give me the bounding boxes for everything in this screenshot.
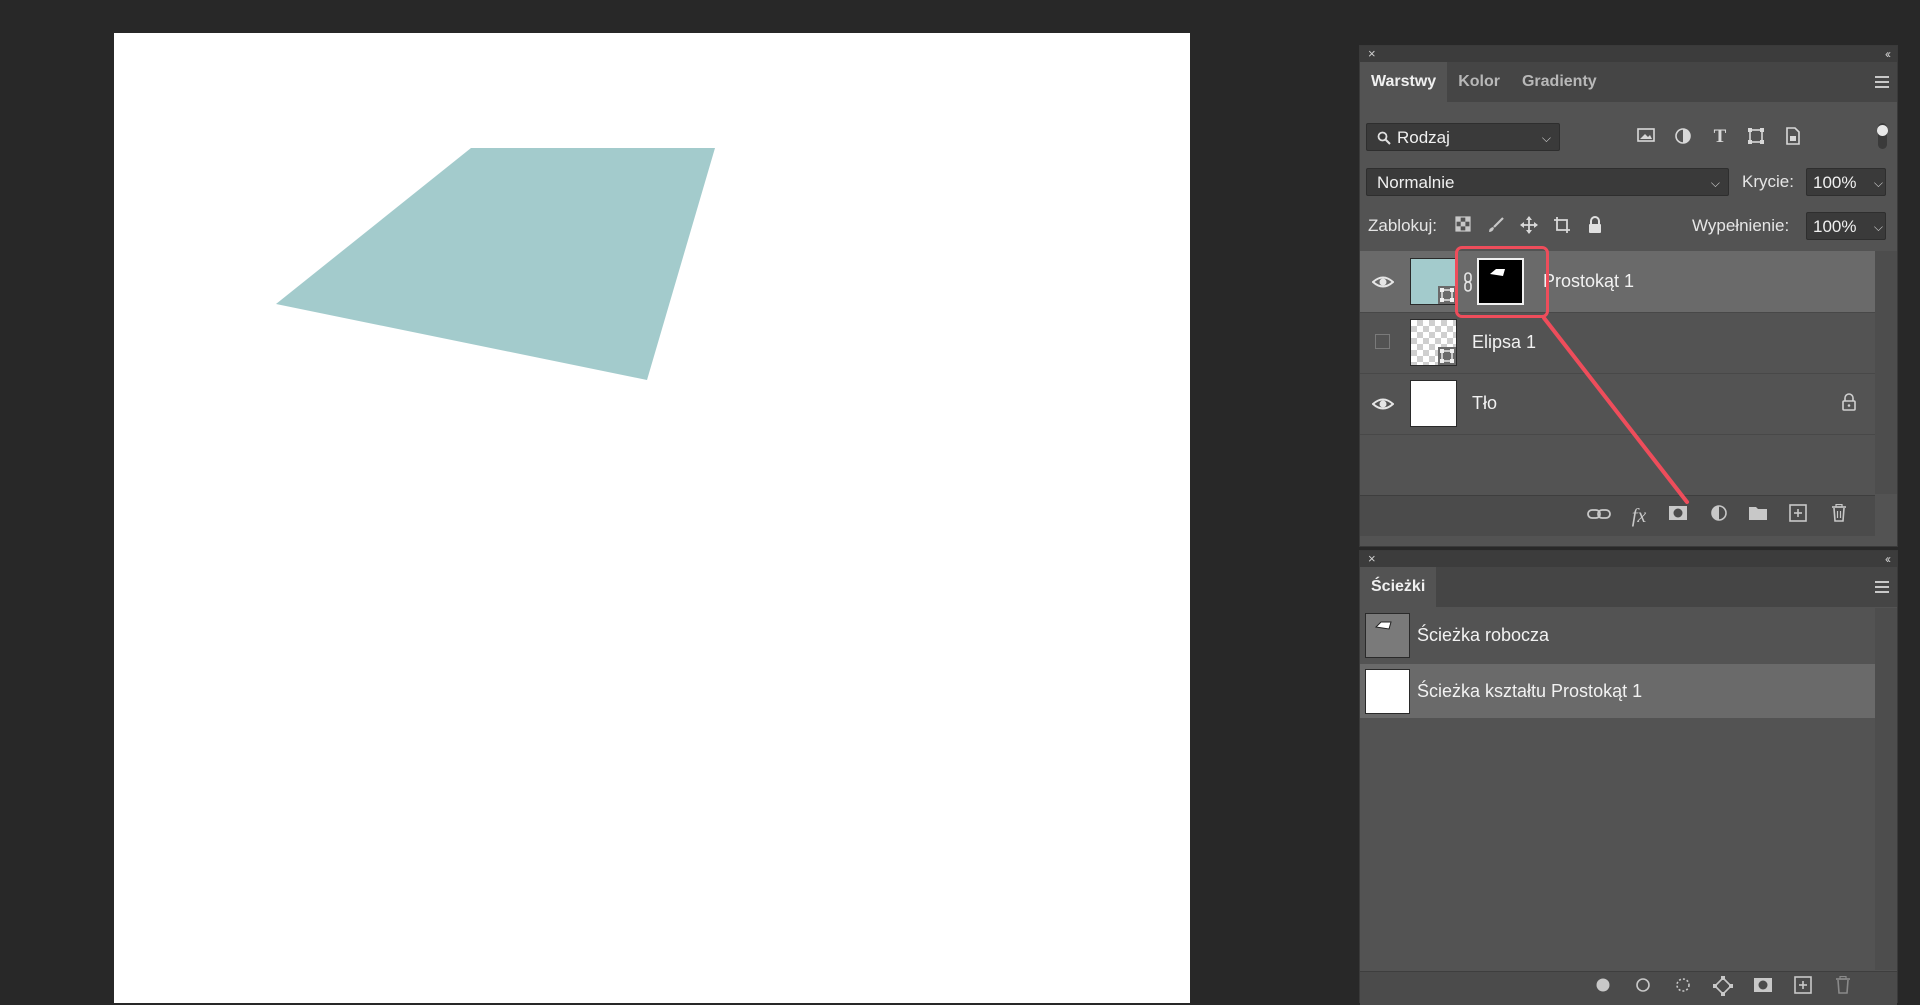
layer-row-elipsa[interactable]: Elipsa 1 — [1360, 312, 1877, 374]
chevron-down-icon: ⌵ — [1710, 176, 1720, 190]
path-name[interactable]: Ścieżka kształtu Prostokąt 1 — [1417, 664, 1642, 718]
close-panel-icon[interactable]: × — [1368, 551, 1376, 567]
layer-thumbnail[interactable] — [1410, 258, 1457, 305]
layer-filter-label: Rodzaj — [1397, 128, 1450, 147]
new-path-icon[interactable] — [1790, 976, 1816, 1000]
panel-header: × ‹‹ — [1360, 551, 1897, 567]
opacity-label: Krycie: — [1742, 172, 1794, 191]
blend-mode-value: Normalnie — [1377, 173, 1455, 192]
blend-mode-dropdown[interactable]: Normalnie ⌵ — [1366, 168, 1729, 196]
collapse-panel-icon[interactable]: ‹‹ — [1885, 46, 1891, 62]
load-selection-icon[interactable] — [1670, 976, 1696, 1000]
highlight-box-annotation — [1455, 246, 1549, 318]
layer-name[interactable]: Prostokąt 1 — [1543, 251, 1634, 312]
path-row-working[interactable]: Ścieżka robocza — [1360, 608, 1877, 662]
new-group-folder-icon[interactable] — [1745, 504, 1771, 528]
lock-label: Zablokuj: — [1368, 216, 1437, 235]
lock-position-move-icon[interactable] — [1519, 216, 1539, 236]
trash-icon[interactable] — [1830, 975, 1856, 1000]
fill-path-icon[interactable] — [1590, 976, 1616, 1000]
path-thumbnail[interactable] — [1365, 669, 1410, 714]
shape-filter-icon[interactable] — [1746, 127, 1766, 147]
layers-footer: fx — [1360, 495, 1875, 536]
layer-row-prostokat[interactable]: Prostokąt 1 — [1360, 251, 1877, 313]
layers-list: Prostokąt 1 Elipsa 1 Tło — [1360, 251, 1877, 494]
fill-field[interactable]: 100% ⌵ — [1806, 212, 1886, 240]
layers-scrollbar[interactable] — [1875, 251, 1897, 494]
image-filter-icon[interactable] — [1636, 127, 1656, 147]
path-thumbnail[interactable] — [1365, 613, 1410, 658]
adjustment-filter-icon[interactable] — [1673, 127, 1693, 147]
layer-thumbnail[interactable] — [1410, 380, 1457, 427]
lock-all-icon[interactable] — [1585, 216, 1605, 236]
paths-panel: × ‹‹ Ścieżki Ścieżka robocza Ścieżka ksz… — [1359, 550, 1898, 1005]
make-work-path-icon[interactable] — [1710, 976, 1736, 1000]
chevron-down-icon: ⌵ — [1541, 131, 1551, 145]
filter-toggle-switch[interactable] — [1877, 123, 1888, 149]
shape-layer-badge-icon — [1438, 347, 1456, 365]
chevron-down-icon[interactable]: ⌵ — [1874, 213, 1883, 241]
path-row-shape[interactable]: Ścieżka kształtu Prostokąt 1 — [1360, 664, 1877, 718]
add-mask-icon[interactable] — [1750, 976, 1776, 1000]
stroke-path-icon[interactable] — [1630, 976, 1656, 1000]
close-panel-icon[interactable]: × — [1368, 46, 1376, 62]
layers-panel: × ‹‹ Warstwy Kolor Gradienty Rodzaj ⌵ T … — [1359, 45, 1898, 547]
lock-transparency-icon[interactable] — [1453, 216, 1473, 236]
layers-tabbar: Warstwy Kolor Gradienty — [1360, 62, 1897, 102]
layer-thumbnail[interactable] — [1410, 319, 1457, 366]
eye-visibility-icon[interactable] — [1372, 271, 1394, 293]
link-icon[interactable] — [1586, 504, 1612, 528]
opacity-field[interactable]: 100% ⌵ — [1806, 168, 1886, 196]
visibility-toggle[interactable] — [1375, 334, 1390, 349]
panel-menu-icon[interactable] — [1875, 581, 1889, 593]
search-icon — [1377, 131, 1391, 145]
shape-layer-badge-icon — [1438, 286, 1456, 304]
path-name[interactable]: Ścieżka robocza — [1417, 608, 1549, 662]
trash-icon[interactable] — [1826, 503, 1852, 528]
layer-name[interactable]: Elipsa 1 — [1472, 312, 1536, 373]
smart-object-filter-icon[interactable] — [1783, 127, 1803, 147]
opacity-value: 100% — [1813, 173, 1857, 192]
lock-artboard-crop-icon[interactable] — [1552, 216, 1572, 236]
tab-paths[interactable]: Ścieżki — [1360, 567, 1437, 607]
chevron-down-icon[interactable]: ⌵ — [1874, 169, 1883, 197]
new-layer-icon[interactable] — [1785, 504, 1811, 528]
document-canvas[interactable] — [114, 33, 1190, 1003]
lock-icon[interactable] — [1841, 393, 1857, 411]
layer-filter-dropdown[interactable]: Rodzaj ⌵ — [1366, 123, 1560, 151]
eye-visibility-icon[interactable] — [1372, 393, 1394, 415]
layer-name[interactable]: Tło — [1472, 373, 1497, 434]
panel-menu-icon[interactable] — [1875, 76, 1889, 88]
tab-color[interactable]: Kolor — [1447, 62, 1511, 102]
panel-header: × ‹‹ — [1360, 46, 1897, 62]
canvas-artwork — [276, 148, 715, 380]
paths-tabbar: Ścieżki — [1360, 567, 1897, 607]
layer-row-tlo[interactable]: Tło — [1360, 373, 1877, 435]
adjustment-layer-icon[interactable] — [1706, 504, 1732, 528]
path-shape-preview — [1374, 621, 1392, 630]
lock-pixels-brush-icon[interactable] — [1486, 216, 1506, 236]
paths-list: Ścieżka robocza Ścieżka kształtu Prostok… — [1360, 608, 1877, 970]
paths-scrollbar[interactable] — [1875, 608, 1897, 970]
fx-icon[interactable]: fx — [1626, 504, 1652, 528]
paths-footer — [1360, 971, 1897, 1005]
collapse-panel-icon[interactable]: ‹‹ — [1885, 551, 1891, 567]
tab-gradients[interactable]: Gradienty — [1511, 62, 1608, 102]
rectangle-shape[interactable] — [276, 148, 715, 380]
fill-value: 100% — [1813, 217, 1857, 236]
add-mask-icon[interactable] — [1665, 504, 1691, 528]
type-filter-icon[interactable]: T — [1710, 127, 1730, 147]
tab-layers[interactable]: Warstwy — [1360, 62, 1448, 102]
fill-label: Wypełnienie: — [1692, 216, 1790, 235]
